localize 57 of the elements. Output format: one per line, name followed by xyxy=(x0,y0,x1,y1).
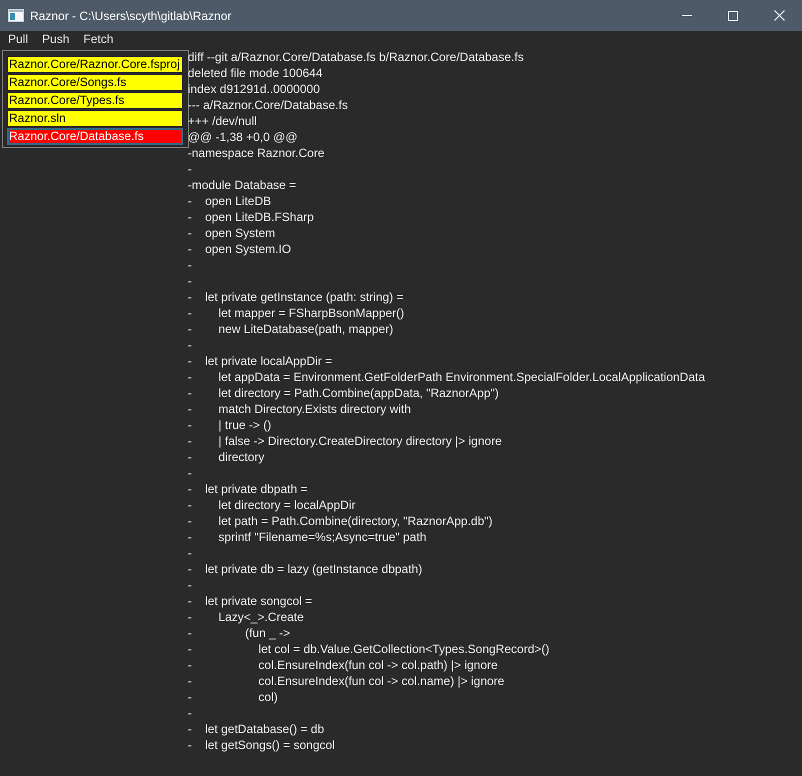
diff-line: - let private getInstance (path: string) = xyxy=(188,289,404,305)
diff-line: - let directory = localAppDir xyxy=(188,497,356,513)
diff-line: - col) xyxy=(188,689,278,705)
app-window-icon xyxy=(8,9,24,22)
diff-line: - let private localAppDir = xyxy=(188,353,332,369)
diff-line: - xyxy=(188,465,192,481)
diff-line: - col.EnsureIndex(fun col -> col.path) |> ignore xyxy=(188,657,498,673)
diff-line: - let appData = Environment.GetFolderPath Environment.SpecialFolder.LocalApplicationData xyxy=(188,369,706,385)
diff-line: deleted file mode 100644 xyxy=(188,65,323,81)
menu-item[interactable]: Push xyxy=(35,31,76,48)
diff-line: - new LiteDatabase(path, mapper) xyxy=(188,321,394,337)
diff-line: - col.EnsureIndex(fun col -> col.name) |> ignore xyxy=(188,673,504,689)
file-item[interactable]: Raznor.Core/Raznor.Core.fsproj xyxy=(7,56,183,73)
diff-line: - | false -> Directory.CreateDirectory directory |> ignore xyxy=(188,433,502,449)
diff-line: - match Directory.Exists directory with xyxy=(188,401,411,417)
diff-line: - Lazy<_>.Create xyxy=(188,609,304,625)
diff-line: - let mapper = FSharpBsonMapper() xyxy=(188,305,404,321)
diff-line: - | true -> () xyxy=(188,417,272,433)
diff-line: - xyxy=(188,273,192,289)
diff-line: - open System.IO xyxy=(188,241,292,257)
diff-line: - open LiteDB.FSharp xyxy=(188,209,314,225)
diff-line: - xyxy=(188,705,192,721)
diff-line: - xyxy=(188,161,192,177)
diff-line: - open LiteDB xyxy=(188,193,272,209)
diff-line: - open System xyxy=(188,225,276,241)
menu-item[interactable]: Pull xyxy=(1,31,36,48)
diff-line: --- a/Raznor.Core/Database.fs xyxy=(188,97,348,113)
diff-line: -module Database = xyxy=(188,177,296,193)
file-item[interactable]: Raznor.Core/Songs.fs xyxy=(7,74,183,91)
minimize-icon xyxy=(682,15,692,16)
diff-line: index d91291d..0000000 xyxy=(188,81,320,97)
diff-line: - let private db = lazy (getInstance dbpath) xyxy=(188,561,422,577)
diff-line: - let directory = Path.Combine(appData, "RaznorApp") xyxy=(188,385,499,401)
diff-line: - let private songcol = xyxy=(188,593,312,609)
diff-line: - (fun _ -> xyxy=(188,625,290,641)
diff-line: - let getDatabase() = db xyxy=(188,721,324,737)
diff-line: - sprintf "Filename=%s;Async=true" path xyxy=(188,529,426,545)
diff-line: diff --git a/Raznor.Core/Database.fs b/Raznor.Core/Database.fs xyxy=(188,49,524,65)
file-item[interactable]: Raznor.Core/Database.fs xyxy=(7,128,183,145)
diff-line: - xyxy=(188,545,192,561)
diff-line: -namespace Raznor.Core xyxy=(188,145,324,161)
diff-line: @@ -1,38 +0,0 @@ xyxy=(188,129,298,145)
close-icon xyxy=(774,10,784,21)
maximize-icon xyxy=(728,10,738,20)
diff-line: - let col = db.Value.GetCollection<Types.SongRecord>() xyxy=(188,641,550,657)
file-item[interactable]: Raznor.sln xyxy=(7,110,183,127)
menu-item[interactable]: Fetch xyxy=(76,31,120,48)
diff-line: - let getSongs() = songcol xyxy=(188,737,335,753)
diff-line: - xyxy=(188,337,192,353)
window-title: Raznor - C:\Users\scyth\gitlab\Raznor xyxy=(30,8,232,22)
diff-line: - xyxy=(188,257,192,273)
diff-line: +++ /dev/null xyxy=(188,113,257,129)
diff-line: - let path = Path.Combine(directory, "RaznorApp.db") xyxy=(188,513,493,529)
diff-line: - directory xyxy=(188,449,264,465)
diff-line: - xyxy=(188,577,192,593)
file-item[interactable]: Raznor.Core/Types.fs xyxy=(7,92,183,109)
diff-line: - let private dbpath = xyxy=(188,481,308,497)
